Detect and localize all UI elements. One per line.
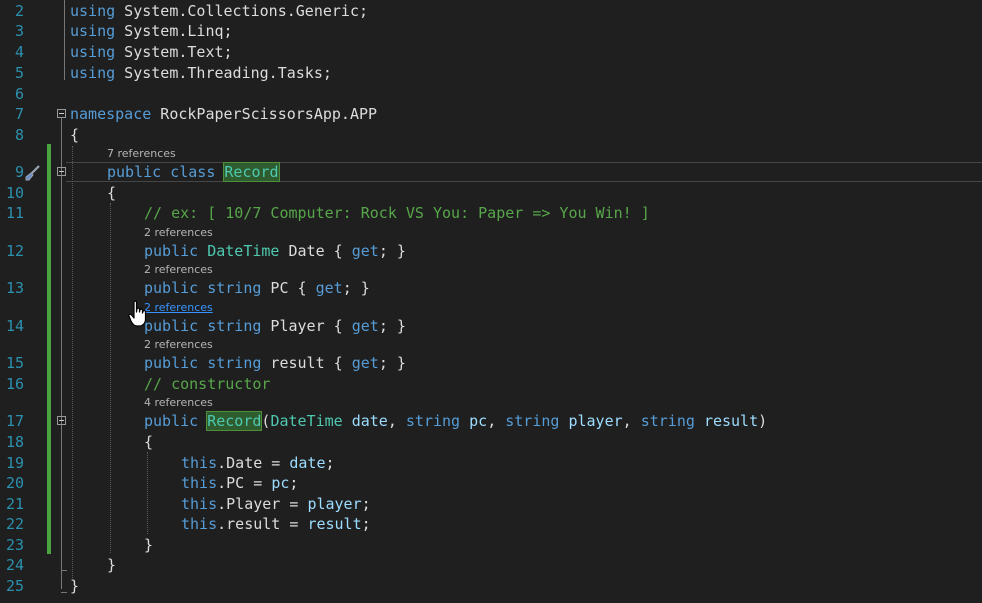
codelens-references[interactable]: 7 references (107, 147, 176, 161)
code-line[interactable]: public Record(DateTime date, string pc, … (144, 411, 767, 431)
line-number: 9 (14, 163, 24, 181)
codelens-references-hovered[interactable]: 2 references (144, 301, 213, 315)
line-number: 18 (5, 433, 24, 451)
code-line[interactable]: namespace RockPaperScissorsApp.APP (70, 104, 377, 124)
code-line[interactable]: using System.Linq; (70, 21, 233, 41)
line-number: 16 (5, 375, 24, 393)
code-line[interactable]: using System.Text; (70, 42, 233, 62)
codelens-references[interactable]: 2 references (144, 226, 213, 240)
line-number: 13 (5, 279, 24, 297)
indent-guide (147, 452, 148, 534)
fold-end (61, 592, 67, 593)
code-line[interactable]: // ex: [ 10/7 Computer: Rock VS You: Pap… (144, 203, 650, 223)
collapse-icon[interactable] (57, 416, 66, 425)
codelens-references[interactable]: 2 references (144, 263, 213, 277)
codelens-references[interactable]: 2 references (144, 338, 213, 352)
line-number: 20 (5, 474, 24, 492)
collapse-icon[interactable] (57, 167, 66, 176)
code-line[interactable]: { (107, 183, 116, 203)
line-number: 21 (5, 495, 24, 513)
line-number: 6 (14, 85, 24, 103)
indent-guide (72, 146, 73, 578)
line-number: 4 (14, 43, 24, 61)
using-fold-line (64, 0, 65, 80)
hand-cursor-icon (128, 300, 147, 327)
line-number: 7 (14, 105, 24, 123)
line-number: 5 (14, 64, 24, 82)
constructor-name-highlight: Record (206, 411, 263, 431)
code-line[interactable]: } (70, 576, 79, 596)
change-bar (47, 144, 51, 554)
brush-icon[interactable] (24, 164, 42, 182)
code-line[interactable]: { (70, 125, 79, 145)
code-line[interactable]: this.PC = pc; (181, 473, 298, 493)
fold-end (61, 570, 67, 571)
line-number: 23 (5, 536, 24, 554)
line-number: 11 (5, 204, 24, 222)
line-number: 19 (5, 454, 24, 472)
line-number: 3 (14, 22, 24, 40)
class-name-highlight: Record (223, 162, 280, 182)
code-line[interactable]: public string result { get; } (144, 353, 406, 373)
codelens-references[interactable]: 4 references (144, 396, 213, 410)
line-number: 25 (5, 577, 24, 595)
code-line[interactable]: public class Record (107, 162, 280, 182)
code-line[interactable]: this.result = result; (181, 514, 371, 534)
line-number: 14 (5, 317, 24, 335)
line-number: 10 (5, 184, 24, 202)
collapse-icon[interactable] (57, 109, 66, 118)
line-number: 22 (5, 515, 24, 533)
code-line[interactable]: this.Date = date; (181, 453, 335, 473)
code-line[interactable]: } (107, 555, 116, 575)
code-line[interactable]: public string PC { get; } (144, 278, 370, 298)
fold-line (61, 117, 62, 589)
code-line[interactable]: this.Player = player; (181, 494, 371, 514)
code-line[interactable]: // constructor (144, 374, 270, 394)
code-line[interactable]: } (144, 535, 153, 555)
line-number: 12 (5, 242, 24, 260)
line-number: 24 (5, 556, 24, 574)
indent-guide (110, 203, 111, 553)
code-line[interactable]: { (144, 432, 153, 452)
line-number: 15 (5, 354, 24, 372)
line-number: 17 (5, 412, 24, 430)
code-line[interactable]: using System.Collections.Generic; (70, 1, 368, 21)
code-line[interactable]: public DateTime Date { get; } (144, 241, 406, 261)
line-number: 2 (14, 2, 24, 20)
code-line[interactable]: public string Player { get; } (144, 316, 406, 336)
code-line[interactable]: using System.Threading.Tasks; (70, 63, 332, 83)
line-number: 8 (14, 126, 24, 144)
